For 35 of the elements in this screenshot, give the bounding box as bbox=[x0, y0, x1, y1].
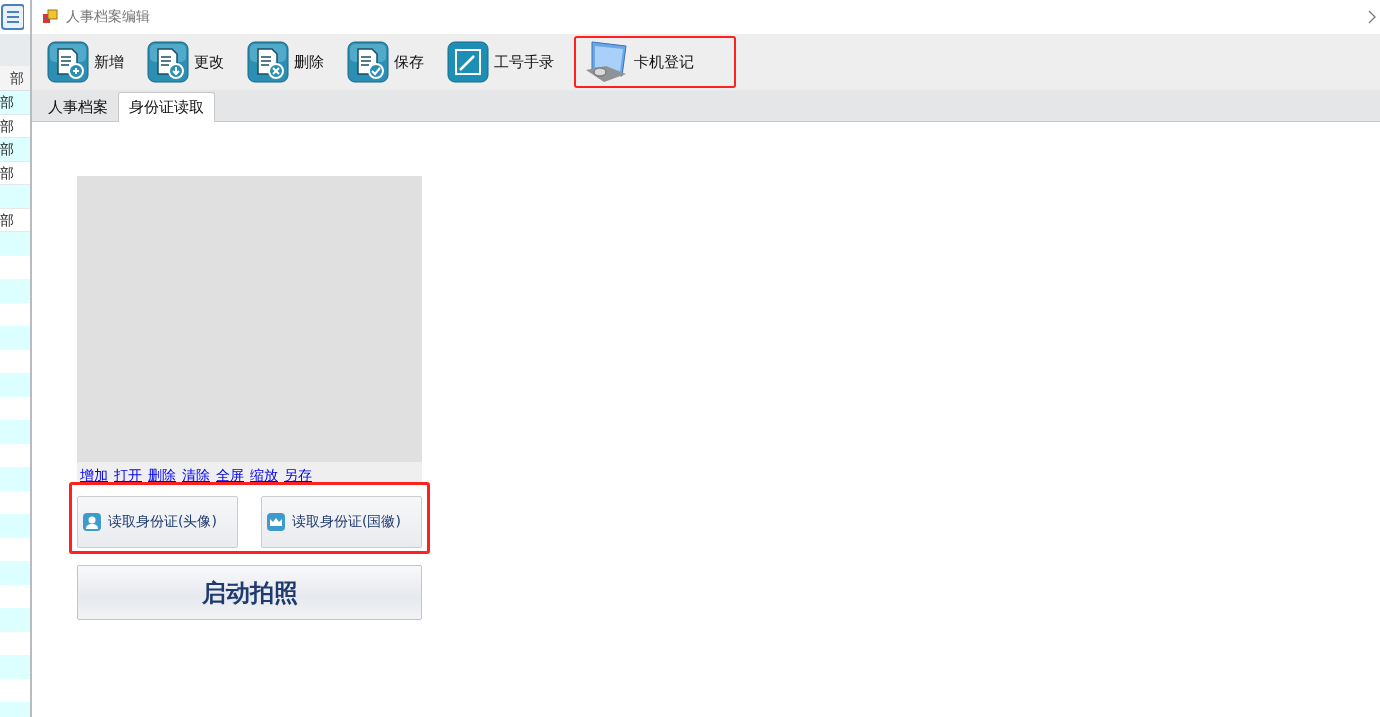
table-cell: 部 bbox=[0, 211, 14, 228]
table-cell: 部 bbox=[0, 164, 14, 181]
column-header: 部 bbox=[10, 70, 24, 86]
read-id-button[interactable]: 读取身份证(国徽) bbox=[261, 496, 422, 548]
table-cell: 部 bbox=[0, 117, 14, 134]
crown-icon bbox=[266, 512, 286, 532]
photo-link[interactable]: 删除 bbox=[148, 466, 176, 484]
toolbar-button[interactable]: 卡机登记 bbox=[574, 36, 736, 88]
chevron-right-icon[interactable] bbox=[1368, 10, 1376, 24]
photo-link[interactable]: 打开 bbox=[114, 466, 142, 484]
document-download-icon bbox=[146, 40, 190, 84]
toolbar-button[interactable]: 工号手录 bbox=[444, 36, 562, 88]
signature-icon bbox=[446, 40, 490, 84]
table-cell: 部 bbox=[0, 94, 14, 110]
window-title: 人事档案编辑 bbox=[66, 8, 151, 26]
photo-link[interactable]: 全屏 bbox=[216, 466, 244, 484]
app-icon bbox=[42, 9, 58, 25]
document-icon bbox=[0, 3, 24, 31]
table-cell: 部 bbox=[0, 141, 14, 157]
toolbar-button[interactable]: 更改 bbox=[144, 36, 232, 88]
toolbar-button[interactable]: 新增 bbox=[44, 36, 132, 88]
tab[interactable]: 身份证读取 bbox=[118, 92, 215, 122]
photo-link[interactable]: 缩放 bbox=[250, 466, 278, 484]
photo-link[interactable]: 增加 bbox=[80, 466, 108, 484]
person-icon bbox=[82, 512, 102, 532]
photo-link[interactable]: 清除 bbox=[182, 466, 210, 484]
photo-link[interactable]: 另存 bbox=[284, 466, 312, 484]
document-check-icon bbox=[346, 40, 390, 84]
tab[interactable]: 人事档案 bbox=[38, 93, 118, 121]
read-id-button[interactable]: 读取身份证(头像) bbox=[77, 496, 238, 548]
document-delete-icon bbox=[246, 40, 290, 84]
start-camera-button[interactable]: 启动拍照 bbox=[77, 565, 422, 620]
toolbar-button[interactable]: 保存 bbox=[344, 36, 432, 88]
toolbar-button[interactable]: 删除 bbox=[244, 36, 332, 88]
document-add-icon bbox=[46, 40, 90, 84]
